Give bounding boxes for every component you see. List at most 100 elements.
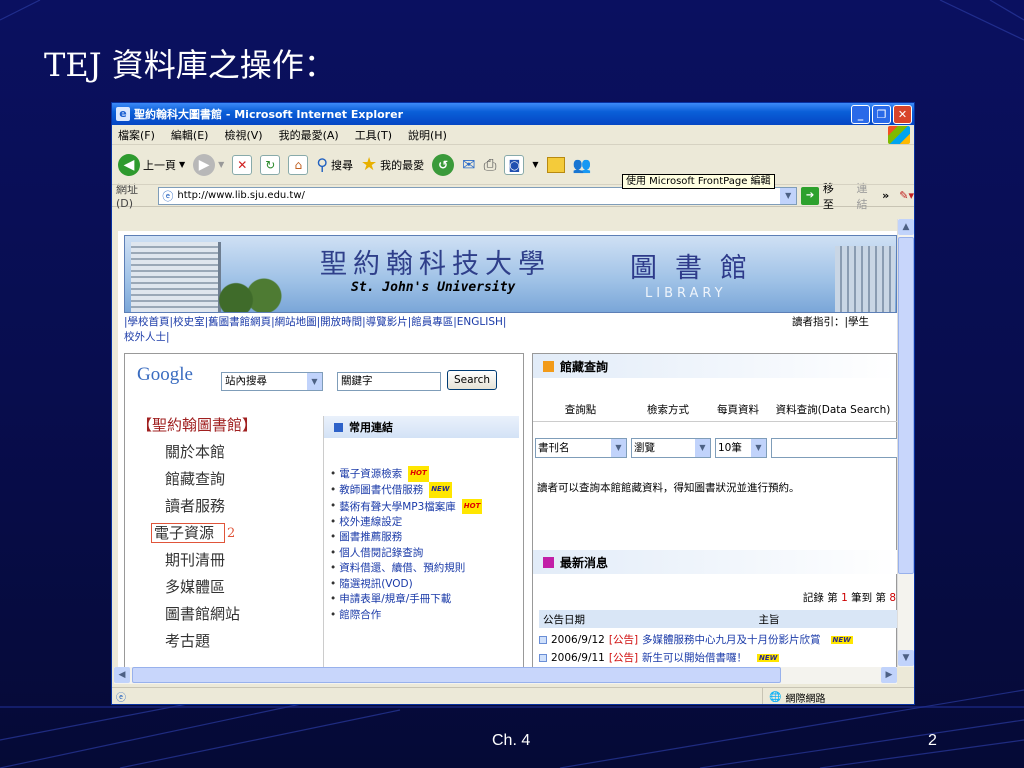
nav-links-wrap[interactable]: 校外人士| — [124, 330, 897, 345]
list-item[interactable]: 教師圖書代借服務 NEW — [330, 482, 519, 498]
building-image-right — [835, 246, 895, 312]
chevron-down-icon: ▼ — [179, 160, 186, 169]
query-method-select[interactable]: 瀏覽 ▼ — [631, 438, 711, 458]
menu-about-label: 關於本館 — [165, 443, 226, 461]
menu-file[interactable]: 檔案(F) — [118, 127, 155, 143]
window-titlebar[interactable]: e 聖約翰科大圖書館 - Microsoft Internet Explorer… — [112, 103, 914, 125]
list-item[interactable]: 資料借還、續借、預約規則 — [330, 561, 519, 577]
back-button[interactable]: ◀ 上一頁 ▼ — [118, 153, 186, 176]
keyword-input[interactable]: 關鍵字 — [337, 372, 441, 391]
school-name-en: St. John's University — [351, 280, 516, 295]
menu-favorites[interactable]: 我的最愛(A) — [279, 127, 339, 143]
vertical-scrollbar[interactable]: ▲ ▼ — [897, 219, 914, 667]
go-arrow-icon[interactable]: ➔ — [801, 186, 819, 205]
menu-edit[interactable]: 編輯(E) — [171, 127, 209, 143]
scroll-down-icon[interactable]: ▼ — [898, 650, 914, 666]
forward-arrow-icon: ▶ — [193, 153, 216, 176]
refresh-icon[interactable]: ↻ — [260, 154, 281, 175]
footer-chapter: Ch. 4 — [492, 732, 531, 749]
toolbar-extra-icon[interactable]: ✎▾ — [899, 189, 914, 202]
news-heading: 最新消息 — [533, 550, 897, 574]
scroll-thumb[interactable] — [132, 667, 781, 683]
reader-guide[interactable]: 讀者指引：|學生 — [792, 315, 869, 330]
news-date: 2006/9/11 — [551, 651, 605, 664]
menu-help[interactable]: 說明(H) — [408, 127, 447, 143]
address-label: 網址(D) — [116, 183, 138, 210]
menu-multimedia[interactable]: 多媒體區 — [137, 574, 317, 601]
menu-view[interactable]: 檢視(V) — [224, 127, 262, 143]
search-button[interactable]: ⚲ 搜尋 — [316, 155, 353, 174]
menu-journals[interactable]: 期刊清冊 — [137, 547, 317, 574]
news-title-link[interactable]: 多媒體服務中心九月及十月份影片欣賞 — [642, 632, 821, 647]
menu-catalog[interactable]: 館藏查詢 — [137, 466, 317, 493]
address-input[interactable]: ⓔ http://www.lib.sju.edu.tw/ ▼ — [158, 186, 798, 205]
minimize-button[interactable]: _ — [851, 104, 870, 124]
link-text: 電子資源檢索 — [339, 467, 403, 480]
home-icon[interactable]: ⌂ — [288, 154, 309, 175]
scroll-right-icon[interactable]: ▶ — [881, 667, 897, 683]
close-button[interactable]: ✕ — [893, 104, 912, 124]
table-row[interactable]: 2006/9/12 [公告] 多媒體服務中心九月及十月份影片欣賞 NEW — [539, 632, 897, 647]
news-title: 最新消息 — [560, 555, 609, 570]
search-scope-select[interactable]: 站內搜尋 ▼ — [221, 372, 323, 391]
library-name-cn: 圖書館 — [630, 253, 765, 284]
table-row[interactable]: 2006/9/11 [公告] 新生可以開始借書囉！ NEW — [539, 650, 897, 665]
chevron-down-icon[interactable]: ▼ — [532, 160, 538, 169]
per-page-select[interactable]: 10筆 ▼ — [715, 438, 767, 458]
list-item[interactable]: 藝術有聲大學MP3檔案庫 HOT — [330, 498, 519, 515]
search-submit-button[interactable]: Search — [447, 370, 497, 390]
common-links-list: 電子資源檢索 HOT 教師圖書代借服務 NEW 藝術有聲大學MP3檔案庫 HOT 校外… — [324, 466, 519, 623]
list-item[interactable]: 圖書推薦服務 — [330, 530, 519, 546]
scroll-left-icon[interactable]: ◀ — [114, 667, 130, 683]
favorites-button[interactable]: ★ 我的最愛 — [361, 154, 424, 175]
chevron-down-icon: ▼ — [611, 439, 626, 457]
list-item[interactable]: 電子資源檢索 HOT — [330, 466, 519, 482]
history-icon[interactable]: ↺ — [432, 153, 455, 176]
new-badge: NEW — [757, 653, 780, 662]
list-item[interactable]: 校外連線設定 — [330, 515, 519, 531]
list-item[interactable]: 館際合作 — [330, 608, 519, 624]
messenger-icon[interactable]: 👥 — [573, 156, 592, 174]
stop-icon[interactable]: ✕ — [232, 154, 253, 175]
link-text: 藝術有聲大學MP3檔案庫 — [339, 500, 456, 513]
folder-icon[interactable] — [546, 156, 565, 173]
list-item[interactable]: 個人借閱記錄查詢 — [330, 546, 519, 562]
scroll-thumb[interactable] — [898, 237, 914, 574]
link-text: 校外連線設定 — [339, 515, 403, 528]
menu-past-exams[interactable]: 考古題 — [137, 628, 317, 655]
news-bullet-icon — [539, 653, 547, 662]
per-page-value: 10筆 — [718, 442, 742, 454]
news-title-link[interactable]: 新生可以開始借書囉！ — [642, 650, 747, 665]
new-badge: NEW — [830, 635, 853, 644]
nav-links[interactable]: |學校首頁|校史室|舊圖書館網頁|網站地圖|開放時間|導覽影片|館員專區|ENG… — [124, 315, 897, 330]
security-zone: 🌐 網際網路 — [762, 688, 825, 704]
edit-icon[interactable]: ◙ — [504, 154, 525, 175]
chevron-double-icon[interactable]: » — [882, 189, 889, 202]
search-label: 搜尋 — [331, 158, 354, 172]
forward-button[interactable]: ▶ ▼ — [193, 153, 224, 176]
print-icon[interactable]: ⎙ — [484, 155, 497, 175]
mail-icon[interactable]: ✉ — [462, 155, 475, 174]
menu-e-resources[interactable]: 電子資源 2 — [137, 520, 317, 547]
menu-about[interactable]: 關於本館 — [137, 439, 317, 466]
back-label: 上一頁 — [143, 158, 176, 172]
news-section: 最新消息 — [533, 550, 897, 574]
query-point-select[interactable]: 書刊名 ▼ — [535, 438, 627, 458]
news-category: [公告] — [608, 634, 639, 646]
list-item[interactable]: 隨選視訊(VOD) — [330, 577, 519, 593]
data-search-input[interactable] — [771, 438, 897, 458]
right-panel: 館藏查詢 查詢點 檢索方式 每頁資料 資料查詢(Data Search) 書刊名… — [532, 353, 897, 667]
scroll-up-icon[interactable]: ▲ — [898, 219, 914, 235]
menu-tools[interactable]: 工具(T) — [355, 127, 392, 143]
list-item[interactable]: 申請表單/規章/手冊下載 — [330, 592, 519, 608]
chevron-down-icon[interactable]: ▼ — [780, 187, 797, 204]
status-bar: ⓔ 🌐 網際網路 — [112, 687, 914, 704]
horizontal-scrollbar[interactable]: ◀ ▶ — [114, 667, 897, 684]
menu-reader-services[interactable]: 讀者服務 — [137, 493, 317, 520]
menu-library-sites[interactable]: 圖書館網站 — [137, 601, 317, 628]
address-url: http://www.lib.sju.edu.tw/ — [177, 190, 305, 201]
address-bar: 網址(D) ⓔ http://www.lib.sju.edu.tw/ ▼ ➔ 移… — [112, 182, 914, 211]
menu-catalog-label: 館藏查詢 — [165, 470, 226, 488]
maximize-button[interactable]: ❐ — [872, 104, 891, 124]
link-text: 資料借還、續借、預約規則 — [339, 562, 466, 575]
